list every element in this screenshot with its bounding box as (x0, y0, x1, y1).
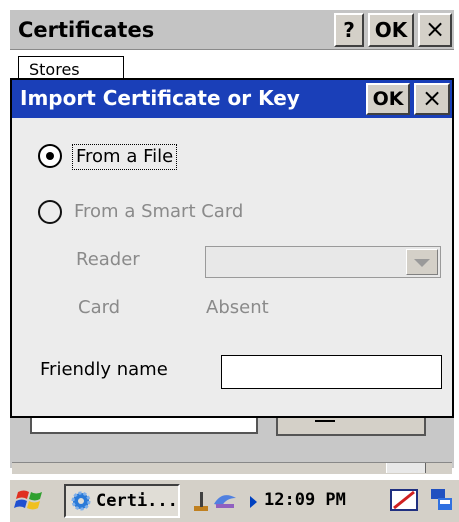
input-panel-icon[interactable] (388, 486, 420, 514)
taskbar-certificates-label: Certi... (96, 491, 178, 511)
friendly-name-input[interactable] (221, 355, 442, 389)
reader-label: Reader (76, 249, 140, 270)
radio-selected-dot (46, 152, 54, 160)
network-icon[interactable] (192, 488, 248, 514)
background-input (30, 418, 258, 434)
help-button[interactable]: ? (334, 13, 364, 47)
card-label: Card (78, 297, 121, 318)
chevron-down-icon (414, 259, 430, 267)
certificate-gear-icon (71, 491, 91, 511)
parent-close-button[interactable]: × (418, 13, 452, 47)
desktop-icon[interactable] (428, 486, 456, 514)
dialog-close-button[interactable]: × (414, 83, 450, 115)
tray-arrow-icon[interactable] (250, 496, 257, 508)
dialog-ok-button[interactable]: OK (366, 83, 410, 115)
radio-from-smart-card (38, 200, 62, 224)
card-status: Absent (206, 297, 269, 318)
parent-window-title: Certificates (18, 18, 155, 42)
from-smart-card-label: From a Smart Card (74, 201, 244, 222)
radio-from-file[interactable] (38, 144, 62, 168)
windows-flag-icon[interactable] (14, 486, 46, 514)
scrollbar-thumb[interactable] (386, 463, 426, 473)
dialog-title: Import Certificate or Key (20, 86, 300, 110)
background-button (276, 418, 426, 436)
friendly-name-label: Friendly name (40, 359, 168, 380)
clock[interactable]: 12:09 PM (264, 488, 346, 512)
from-file-label[interactable]: From a File (72, 144, 178, 170)
parent-ok-button[interactable]: OK (368, 13, 414, 47)
